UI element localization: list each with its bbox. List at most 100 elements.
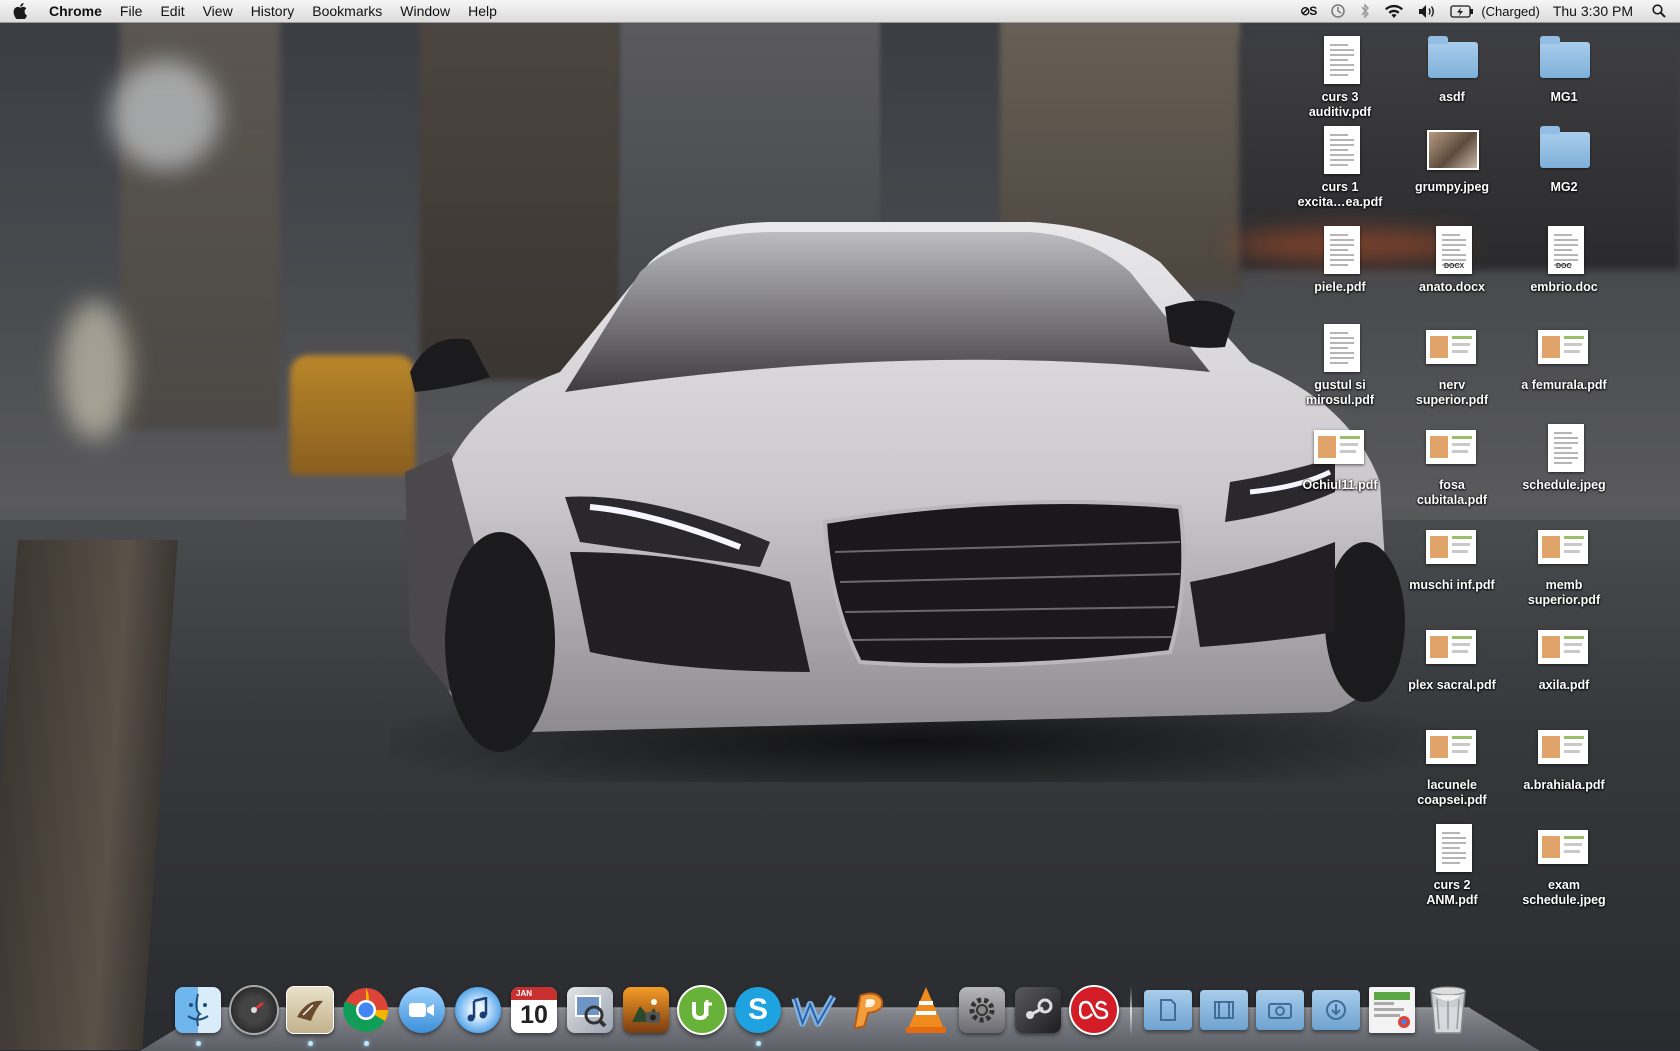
menu-help[interactable]: Help [459, 0, 506, 22]
calendar-day: 10 [520, 1001, 548, 1029]
skype-icon[interactable]: S [732, 984, 784, 1046]
desktop-icon-label: a femurala.pdf [1521, 378, 1607, 392]
facetime-icon[interactable] [396, 984, 448, 1036]
desktop-icon-label: gustul si mirosul.pdf [1305, 378, 1375, 407]
finder-icon[interactable] [172, 984, 224, 1046]
status-menus: ⊘S (Charged) Thu 3:30 PM [1293, 0, 1680, 22]
app-menu-chrome[interactable]: Chrome [40, 0, 111, 22]
desktop-icon-curs3[interactable]: curs 3 auditiv.pdf [1284, 34, 1396, 120]
desktop-icon-mg1[interactable]: MG1 [1508, 34, 1620, 105]
downloads-stack-icon[interactable] [1310, 984, 1362, 1036]
pdf-thumbnail-icon [1536, 822, 1592, 874]
desktop-icon-label: muschi inf.pdf [1409, 578, 1495, 592]
vlc-icon[interactable] [900, 984, 952, 1036]
desktop-icon-grumpy[interactable]: grumpy.jpeg [1396, 124, 1508, 195]
desktop-icon-embrio[interactable]: DOC embrio.doc [1508, 224, 1620, 295]
utorrent-icon[interactable] [676, 984, 728, 1036]
menu-history[interactable]: History [242, 0, 304, 22]
recent-stack-icon[interactable] [1366, 984, 1418, 1036]
pdf-thumbnail-icon [1536, 322, 1592, 374]
desktop-icon-fosa[interactable]: fosa cubitala.pdf [1396, 422, 1508, 508]
steam-icon[interactable] [1012, 984, 1064, 1036]
desktop-icon-lacunele[interactable]: lacunele coapsei.pdf [1396, 722, 1508, 808]
movies-stack-icon[interactable] [1198, 984, 1250, 1036]
desktop-icon-piele[interactable]: piele.pdf [1284, 224, 1396, 295]
desktop-icon-label: schedule.jpeg [1522, 478, 1606, 492]
folder-icon [1424, 34, 1480, 86]
desktop-icon-femurala[interactable]: a femurala.pdf [1508, 322, 1620, 393]
menu-window[interactable]: Window [391, 0, 459, 22]
document-icon [1312, 322, 1368, 374]
apple-menu-icon[interactable] [0, 0, 40, 22]
pdf-thumbnail-icon [1536, 522, 1592, 574]
lastpass-menu-icon[interactable]: ⊘S [1293, 0, 1323, 22]
desktop-icon-label: curs 1 excita…ea.pdf [1297, 180, 1383, 209]
desktop-icon-label: axila.pdf [1538, 678, 1590, 692]
desktop-icon-axila[interactable]: axila.pdf [1508, 622, 1620, 693]
chrome-icon[interactable] [340, 984, 392, 1046]
calendar-month: JAN [511, 987, 557, 1000]
desktop-icon-asdf[interactable]: asdf [1396, 34, 1508, 105]
image-thumbnail-icon [1424, 124, 1480, 176]
pictures-stack-icon[interactable] [1254, 984, 1306, 1036]
pdf-thumbnail-icon [1424, 722, 1480, 774]
battery-status-text[interactable]: (Charged) [1481, 0, 1547, 22]
pdf-thumbnail-icon [1536, 722, 1592, 774]
document-icon [1424, 822, 1480, 874]
bluetooth-icon[interactable] [1353, 0, 1377, 22]
desktop-icon-exam[interactable]: exam schedule.jpeg [1508, 822, 1620, 908]
powerpoint-icon[interactable] [844, 984, 896, 1036]
menu-view[interactable]: View [194, 0, 242, 22]
menu-bookmarks[interactable]: Bookmarks [303, 0, 391, 22]
car-illustration [390, 222, 1450, 782]
spotlight-search-icon[interactable] [1645, 0, 1680, 22]
pdf-thumbnail-icon [1536, 622, 1592, 674]
desktop-icon-mg2[interactable]: MG2 [1508, 124, 1620, 195]
lastfm-icon[interactable] [1068, 984, 1120, 1036]
menu-edit[interactable]: Edit [151, 0, 193, 22]
mail-icon[interactable] [284, 984, 336, 1046]
iphoto-icon[interactable] [620, 984, 672, 1036]
word-icon[interactable] [788, 984, 840, 1036]
desktop-icon-plex[interactable]: plex sacral.pdf [1396, 622, 1508, 693]
desktop-icon-anato[interactable]: DOCX anato.docx [1396, 224, 1508, 295]
document-icon [1312, 124, 1368, 176]
menu-file[interactable]: File [111, 0, 152, 22]
trash-icon[interactable] [1422, 984, 1474, 1036]
documents-stack-icon[interactable] [1142, 984, 1194, 1036]
pdf-thumbnail-icon [1424, 322, 1480, 374]
desktop-icon-label: piele.pdf [1314, 280, 1366, 294]
calendar-icon[interactable]: JAN 10 [508, 984, 560, 1036]
document-icon: DOCX [1424, 224, 1480, 276]
desktop-icon-brahiala[interactable]: a.brahiala.pdf [1508, 722, 1620, 793]
desktop-icon-gustul[interactable]: gustul si mirosul.pdf [1284, 322, 1396, 408]
desktop-icon-label: exam schedule.jpeg [1522, 878, 1606, 907]
wifi-icon[interactable] [1377, 0, 1411, 22]
desktop-icon-label: fosa cubitala.pdf [1416, 478, 1488, 507]
desktop-icon-label: plex sacral.pdf [1408, 678, 1496, 692]
desktop-icon-label: asdf [1439, 90, 1465, 104]
volume-icon[interactable] [1411, 0, 1443, 22]
desktop-icon-label: MG1 [1550, 90, 1578, 104]
preview-icon[interactable] [564, 984, 616, 1036]
desktop-icon-muschi[interactable]: muschi inf.pdf [1396, 522, 1508, 593]
battery-icon[interactable] [1443, 0, 1481, 22]
desktop-icon-label: memb superior.pdf [1527, 578, 1601, 607]
pdf-thumbnail-icon [1312, 422, 1368, 474]
desktop-icon-label: a.brahiala.pdf [1523, 778, 1605, 792]
time-machine-icon[interactable] [1323, 0, 1353, 22]
desktop-icon-schedule[interactable]: schedule.jpeg [1508, 422, 1620, 493]
folder-icon [1536, 34, 1592, 86]
desktop-icon-curs2[interactable]: curs 2 ANM.pdf [1396, 822, 1508, 908]
itunes-icon[interactable] [452, 984, 504, 1036]
desktop-icon-ochiul[interactable]: Ochiul11.pdf [1284, 422, 1396, 493]
desktop-icon-curs1[interactable]: curs 1 excita…ea.pdf [1284, 124, 1396, 210]
document-icon [1536, 422, 1592, 474]
desktop-icon-label: grumpy.jpeg [1414, 180, 1490, 194]
dock: JAN 10 S [172, 976, 1478, 1046]
dashboard-icon[interactable] [228, 984, 280, 1036]
system-preferences-icon[interactable] [956, 984, 1008, 1036]
desktop-icon-nerv[interactable]: nerv superior.pdf [1396, 322, 1508, 408]
desktop-icon-memb[interactable]: memb superior.pdf [1508, 522, 1620, 608]
clock[interactable]: Thu 3:30 PM [1547, 0, 1645, 22]
